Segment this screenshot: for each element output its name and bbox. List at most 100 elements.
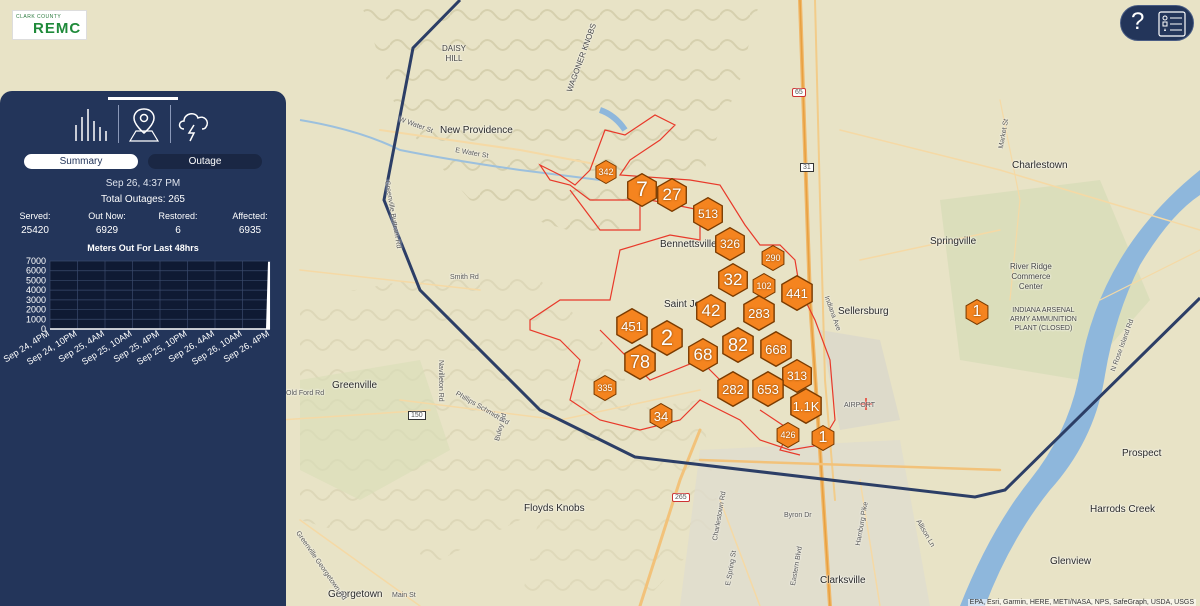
outage-cluster-count: 441 (786, 285, 808, 301)
outage-cluster-count: 1 (818, 429, 828, 446)
outage-cluster-marker[interactable]: 1.1K (788, 388, 824, 424)
place-new-providence: New Providence (440, 125, 513, 136)
storm-cloud-icon[interactable] (174, 103, 214, 143)
total-outages-text: Total Outages: 265 (101, 194, 185, 205)
outage-cluster-count: 7 (636, 178, 648, 201)
outage-cluster-count: 82 (727, 334, 749, 355)
outage-cluster-count: 102 (756, 281, 772, 291)
outage-cluster-marker[interactable]: 42 (694, 294, 728, 328)
road-navilleton-rd: Navilleton Rd (437, 360, 444, 402)
road-main-st: Main St (392, 592, 416, 599)
outage-cluster-marker[interactable]: 34 (648, 403, 674, 429)
outage-cluster-count: 283 (748, 305, 770, 321)
outage-cluster-count: 513 (697, 207, 719, 221)
outage-cluster-count: 2 (660, 325, 674, 350)
outage-cluster-count: 1.1K (792, 398, 820, 414)
outage-cluster-count: 668 (765, 341, 787, 357)
outage-cluster-marker[interactable]: 513 (691, 197, 725, 231)
place-clarksville: Clarksville (820, 575, 866, 586)
stat-served-label: Served: (19, 211, 51, 221)
help-icon[interactable]: ? (1131, 8, 1144, 36)
place-bennettsville: Bennettsville (660, 239, 717, 250)
outage-toggle-button[interactable]: Outage (148, 154, 262, 169)
shield-i265: 265 (672, 493, 690, 502)
shield-150: 150 (408, 411, 426, 420)
chart-y-tick-label: 4000 (26, 285, 46, 295)
outage-cluster-marker[interactable]: 426 (775, 422, 801, 448)
summary-panel: Summary Outage Sep 26, 4:37 PM Total Out… (0, 91, 286, 606)
stat-served-value: 25420 (21, 225, 49, 236)
stat-affected-value: 6935 (238, 225, 262, 236)
outage-cluster-count: 34 (653, 408, 669, 424)
stat-restored-label: Restored: (158, 211, 198, 221)
place-airport: AIRPORT (844, 402, 875, 409)
outage-cluster-marker[interactable]: 326 (713, 227, 747, 261)
outage-cluster-count: 326 (719, 237, 741, 251)
outage-cluster-marker[interactable]: 1 (810, 425, 836, 451)
chart-y-tick-label: 7000 (26, 256, 46, 266)
map-attribution: EPA, Esri, Garmin, HERE, METI/NASA, NPS,… (967, 599, 1196, 606)
stat-restored-value: 6 (175, 225, 181, 236)
outage-cluster-count: 426 (780, 430, 796, 440)
remc-logo: CLARK COUNTY REMC (12, 10, 87, 40)
chart-y-tick-label: 3000 (26, 295, 46, 305)
stat-outnow-label: Out Now: (88, 211, 126, 221)
road-byron-dr: Byron Dr (784, 512, 812, 519)
tab-divider (118, 105, 119, 143)
outage-cluster-count: 653 (757, 381, 779, 397)
shield-i65: 65 (792, 88, 806, 97)
road-old-ford-rd: Old Ford Rd (286, 390, 325, 397)
last-updated-timestamp: Sep 26, 4:37 PM (105, 178, 181, 189)
stat-outnow-value: 6929 (95, 225, 119, 236)
road-smith-rd: Smith Rd (450, 274, 479, 281)
summary-toggle-button[interactable]: Summary (24, 154, 138, 169)
outage-cluster-marker[interactable]: 1 (964, 299, 990, 325)
outage-cluster-count: 32 (723, 270, 743, 289)
outage-cluster-marker[interactable]: 82 (720, 327, 756, 363)
outage-cluster-marker[interactable]: 27 (655, 178, 689, 212)
outage-cluster-marker[interactable]: 653 (750, 371, 786, 407)
logo-text: REMC (33, 20, 82, 37)
stat-affected-label: Affected: (232, 211, 268, 221)
outage-cluster-count: 42 (701, 301, 721, 320)
outage-cluster-marker[interactable]: 68 (686, 338, 720, 372)
outage-cluster-count: 68 (693, 345, 713, 364)
outage-cluster-marker[interactable]: 342 (594, 160, 618, 184)
outage-cluster-count: 335 (597, 383, 613, 393)
place-indiana-arsenal: INDIANA ARSENAL ARMY AMMUNITION PLANT (C… (1010, 307, 1077, 332)
chart-y-tick-label: 1000 (26, 314, 46, 324)
chart-y-tick-label: 2000 (26, 305, 46, 315)
outage-cluster-marker[interactable]: 283 (741, 295, 777, 331)
outage-cluster-count: 313 (786, 369, 808, 383)
outage-cluster-marker[interactable]: 335 (592, 375, 618, 401)
place-daisy-hill: DAISY HILL (442, 44, 467, 63)
outage-cluster-count: 282 (722, 381, 744, 397)
shield-us31: 31 (800, 163, 814, 172)
chart-y-tick-label: 6000 (26, 266, 46, 276)
meters-out-chart: 70006000500040003000200010000Sep 24, 4PM… (2, 256, 271, 367)
place-sellersburg: Sellersburg (838, 306, 889, 317)
legend-icon[interactable] (1157, 9, 1187, 39)
bar-chart-icon[interactable] (72, 103, 112, 143)
help-legend-control: ? (1120, 5, 1194, 41)
outage-cluster-marker[interactable]: 451 (614, 308, 650, 344)
place-prospect: Prospect (1122, 448, 1162, 459)
outage-cluster-marker[interactable]: 32 (716, 263, 750, 297)
outage-cluster-count: 27 (662, 185, 682, 204)
outage-cluster-count: 78 (629, 351, 651, 372)
outage-cluster-count: 1 (972, 303, 982, 320)
map-pin-icon[interactable] (124, 103, 164, 143)
outage-cluster-marker[interactable]: 282 (715, 371, 751, 407)
tab-divider (170, 105, 171, 143)
active-tab-indicator (108, 97, 178, 100)
place-greenville: Greenville (332, 380, 378, 391)
outage-cluster-marker[interactable]: 441 (779, 275, 815, 311)
outage-cluster-count: 342 (598, 167, 614, 177)
outage-cluster-marker[interactable]: 290 (760, 245, 786, 271)
place-springville: Springville (930, 236, 977, 247)
place-floyds-knobs: Floyds Knobs (524, 503, 585, 514)
place-harrods-creek: Harrods Creek (1090, 504, 1156, 515)
chart-y-tick-label: 5000 (26, 275, 46, 285)
outage-cluster-marker[interactable]: 7 (625, 173, 659, 207)
outage-cluster-marker[interactable]: 78 (622, 344, 658, 380)
